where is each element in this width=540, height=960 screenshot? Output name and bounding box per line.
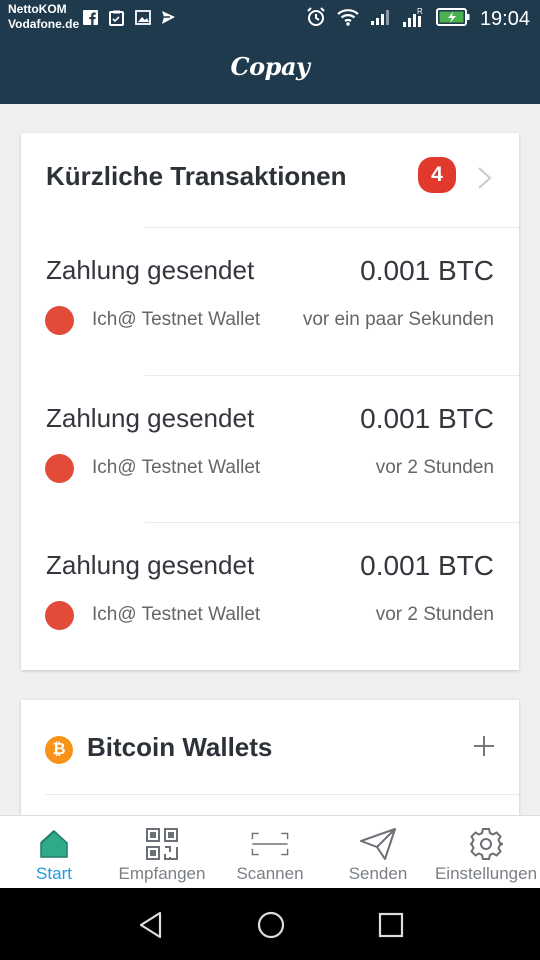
home-nav-icon[interactable] xyxy=(256,910,286,940)
carrier-name-1: NettoKOM xyxy=(8,2,67,16)
bottom-tab-bar: Start Empfangen Scannen Senden Einstellu… xyxy=(0,815,540,888)
tab-senden[interactable]: Senden xyxy=(324,816,432,889)
qr-code-icon xyxy=(143,826,181,862)
tab-empfangen[interactable]: Empfangen xyxy=(108,816,216,889)
alarm-icon xyxy=(306,6,326,32)
tab-label: Empfangen xyxy=(118,864,206,883)
tab-label: Scannen xyxy=(236,864,304,883)
transaction-time: vor ein paar Sekunden xyxy=(302,309,494,330)
divider xyxy=(145,522,519,523)
app-header: Copay xyxy=(0,38,540,104)
facebook-icon xyxy=(82,9,99,26)
transaction-wallet: Ich@ Testnet Wallet xyxy=(92,604,261,625)
wallet-color-dot xyxy=(45,306,74,335)
bitcoin-icon: ₿ xyxy=(45,736,73,764)
divider xyxy=(145,227,519,228)
android-nav-bar xyxy=(0,888,540,960)
tab-start[interactable]: Start xyxy=(0,816,108,889)
transaction-item[interactable]: Zahlung gesendet 0.001 BTC Ich@ Testnet … xyxy=(21,227,519,375)
app-logo: Copay xyxy=(230,52,310,81)
tab-label: Senden xyxy=(348,864,408,883)
transaction-time: vor 2 Stunden xyxy=(375,457,494,478)
battery-charging-icon xyxy=(435,7,470,31)
transaction-amount: 0.001 BTC xyxy=(360,255,494,286)
transaction-wallet: Ich@ Testnet Wallet xyxy=(92,457,261,478)
divider xyxy=(145,375,519,376)
transaction-wallet: Ich@ Testnet Wallet xyxy=(92,309,261,330)
carrier-info: NettoKOM Vodafone.de xyxy=(8,2,79,32)
recent-apps-icon[interactable] xyxy=(376,910,406,940)
tab-einstellungen[interactable]: Einstellungen xyxy=(432,816,540,889)
svg-text:R: R xyxy=(417,7,423,16)
bitcoin-wallets-title: Bitcoin Wallets xyxy=(87,732,273,762)
gear-icon xyxy=(467,826,505,862)
transactions-count-badge[interactable]: 4 xyxy=(418,157,456,193)
transaction-label: Zahlung gesendet xyxy=(46,403,255,433)
transaction-amount: 0.001 BTC xyxy=(360,550,494,581)
status-bar: NettoKOM Vodafone.de R 19:04 xyxy=(0,0,540,38)
recent-transactions-title[interactable]: Kürzliche Transaktionen xyxy=(46,161,347,192)
transaction-item[interactable]: Zahlung gesendet 0.001 BTC Ich@ Testnet … xyxy=(21,522,519,670)
status-time: 19:04 xyxy=(479,7,530,30)
back-icon[interactable] xyxy=(136,910,166,940)
send-icon xyxy=(160,9,177,26)
signal-icon xyxy=(370,8,392,31)
scan-icon xyxy=(251,826,289,862)
wallet-color-dot xyxy=(45,454,74,483)
bitcoin-wallets-card: ₿ Bitcoin Wallets xyxy=(21,700,519,830)
tab-label: Start xyxy=(36,864,72,883)
divider xyxy=(45,794,519,795)
recent-transactions-card: Kürzliche Transaktionen 4 Zahlung gesend… xyxy=(21,133,519,670)
tab-label: Einstellungen xyxy=(434,864,538,883)
signal-r-icon: R xyxy=(402,6,426,33)
transaction-time: vor 2 Stunden xyxy=(375,604,494,625)
wallet-color-dot xyxy=(45,601,74,630)
chevron-right-icon[interactable] xyxy=(474,166,494,190)
transaction-label: Zahlung gesendet xyxy=(46,550,255,580)
tab-scannen[interactable]: Scannen xyxy=(216,816,324,889)
transaction-item[interactable]: Zahlung gesendet 0.001 BTC Ich@ Testnet … xyxy=(21,375,519,523)
wifi-icon xyxy=(336,8,360,31)
home-icon xyxy=(35,826,73,862)
paper-plane-icon xyxy=(359,826,397,862)
carrier-name-2: Vodafone.de xyxy=(8,17,80,31)
transaction-label: Zahlung gesendet xyxy=(46,255,255,285)
image-icon xyxy=(134,9,151,26)
transaction-amount: 0.001 BTC xyxy=(360,403,494,434)
add-wallet-plus-icon[interactable] xyxy=(473,735,495,757)
clipboard-icon xyxy=(108,9,125,26)
